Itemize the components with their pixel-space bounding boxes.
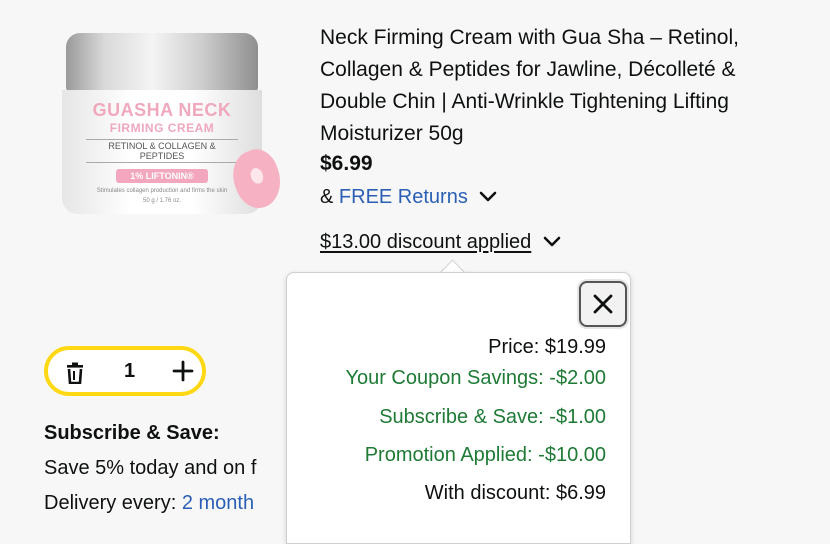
plus-icon[interactable] xyxy=(172,360,194,385)
returns-prefix: & xyxy=(320,186,334,208)
chevron-down-icon[interactable] xyxy=(479,186,497,209)
close-icon xyxy=(593,294,613,314)
free-returns: & FREE Returns xyxy=(320,186,497,209)
discount-popover: Price: $19.99 Your Coupon Savings: -$2.0… xyxy=(286,272,631,544)
jar-body: GUASHA NECK FIRMING CREAM RETINOL & COLL… xyxy=(62,90,262,214)
jar-brand: GUASHA NECK xyxy=(92,100,232,120)
discount-applied[interactable]: $13.00 discount applied xyxy=(320,231,561,254)
chevron-down-icon[interactable] xyxy=(543,231,561,254)
jar-subtitle: FIRMING CREAM xyxy=(109,121,215,135)
quantity-stepper[interactable]: 1 xyxy=(44,346,206,396)
quantity-value: 1 xyxy=(124,360,136,382)
product-title[interactable]: Neck Firming Cream with Gua Sha – Retino… xyxy=(320,22,800,150)
free-returns-link[interactable]: FREE Returns xyxy=(339,186,468,208)
jar-lid xyxy=(66,33,258,93)
subscribe-save-text: Save 5% today and on f xyxy=(44,457,257,479)
jar-badge: 1% LIFTONIN® xyxy=(116,169,208,183)
coupon-savings-row: Your Coupon Savings: -$2.00 xyxy=(345,367,606,389)
trash-icon[interactable] xyxy=(64,362,86,389)
subscribe-title: Subscribe & Save: xyxy=(44,422,220,444)
subscribe-save-row: Subscribe & Save: -$1.00 xyxy=(379,406,606,428)
delivery-label: Delivery every: xyxy=(44,492,182,514)
close-button[interactable] xyxy=(579,281,627,327)
product-image[interactable]: GUASHA NECK FIRMING CREAM RETINOL & COLL… xyxy=(56,28,289,228)
promotion-row: Promotion Applied: -$10.00 xyxy=(364,444,606,466)
delivery-frequency: Delivery every: 2 month xyxy=(44,492,254,515)
product-price: $6.99 xyxy=(320,152,373,175)
discount-link[interactable]: $13.00 discount applied xyxy=(320,231,531,253)
delivery-frequency-link[interactable]: 2 month xyxy=(182,492,254,514)
jar-ingredients: RETINOL & COLLAGEN & PEPTIDES xyxy=(86,139,238,163)
price-row: Price: $19.99 xyxy=(488,336,606,358)
jar-tagline: Stimulates collagen production and firms… xyxy=(96,188,228,194)
jar-size: 50 g / 1.76 oz. xyxy=(142,198,182,204)
with-discount-row: With discount: $6.99 xyxy=(424,482,606,504)
